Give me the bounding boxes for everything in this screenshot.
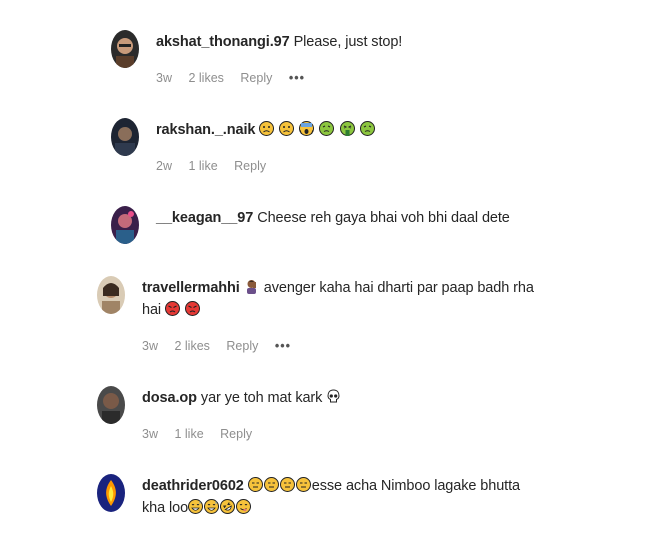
reply-button[interactable]: Reply <box>234 159 266 173</box>
more-options-icon[interactable]: ••• <box>275 339 291 353</box>
expressionless-face-icon <box>279 477 295 492</box>
avatar[interactable] <box>111 206 139 244</box>
expressionless-face-icon <box>263 477 279 492</box>
yum-face-icon <box>236 499 252 514</box>
grinning-sweat-face-icon <box>204 499 220 514</box>
comment-meta: 3w 2 likes Reply ••• <box>142 339 304 353</box>
username[interactable]: rakshan._.naik <box>156 122 255 138</box>
expressionless-face-icon <box>295 477 311 492</box>
sad-face-icon <box>279 121 295 136</box>
comment-meta: 3w 1 like Reply <box>142 427 265 441</box>
likes-count[interactable]: 1 like <box>174 427 203 441</box>
avatar[interactable] <box>97 386 125 424</box>
rolling-laughing-face-icon <box>220 499 236 514</box>
likes-count[interactable]: 1 like <box>188 159 217 173</box>
likes-count[interactable]: 2 likes <box>188 71 223 85</box>
username[interactable]: dosa.op <box>142 390 197 406</box>
emoji-group <box>188 499 252 516</box>
comment-text: Please, just stop! <box>293 34 403 50</box>
reply-button[interactable]: Reply <box>226 339 258 353</box>
sad-face-icon <box>259 121 275 136</box>
comment-meta: 2w 1 like Reply <box>156 159 279 173</box>
expressionless-face-icon <box>247 477 263 492</box>
username[interactable]: akshat_thonangi.97 <box>156 34 290 50</box>
comment-text-continued: kha loo <box>142 500 189 516</box>
nauseated-face-icon <box>319 121 335 136</box>
comment-time: 3w <box>142 339 158 353</box>
username[interactable]: deathrider0602 <box>142 478 244 494</box>
grinning-sweat-face-icon <box>188 499 204 514</box>
avatar[interactable] <box>111 30 139 68</box>
nauseated-face-icon <box>359 121 375 136</box>
comment-meta: 3w 2 likes Reply ••• <box>156 71 318 85</box>
angry-face-icon <box>165 301 181 316</box>
emoji-group <box>259 121 375 138</box>
comment-text: esse acha Nimboo lagake bhutta <box>311 478 520 494</box>
emoji-group <box>247 477 312 494</box>
comment-time: 3w <box>156 71 172 85</box>
vomiting-face-icon <box>339 121 355 136</box>
skull-icon <box>326 389 341 404</box>
person-facepalming-icon <box>244 279 259 294</box>
comment-time: 3w <box>142 427 158 441</box>
reply-button[interactable]: Reply <box>220 427 252 441</box>
comment-text: yar ye toh mat kark <box>200 390 323 406</box>
comment-text: Cheese reh gaya bhai voh bhi daal dete <box>257 210 510 226</box>
more-options-icon[interactable]: ••• <box>289 71 305 85</box>
username[interactable]: travellermahhi <box>142 280 240 296</box>
comment-time: 2w <box>156 159 172 173</box>
comment-text: avenger kaha hai dharti par paap badh rh… <box>263 280 534 296</box>
avatar[interactable] <box>111 118 139 156</box>
avatar[interactable] <box>97 474 125 512</box>
username[interactable]: __keagan__97 <box>156 210 253 226</box>
comment-text-continued: hai <box>142 302 162 318</box>
screaming-face-icon <box>299 121 315 136</box>
reply-button[interactable]: Reply <box>240 71 272 85</box>
avatar[interactable] <box>97 276 125 314</box>
angry-face-icon <box>185 301 201 316</box>
likes-count[interactable]: 2 likes <box>174 339 209 353</box>
